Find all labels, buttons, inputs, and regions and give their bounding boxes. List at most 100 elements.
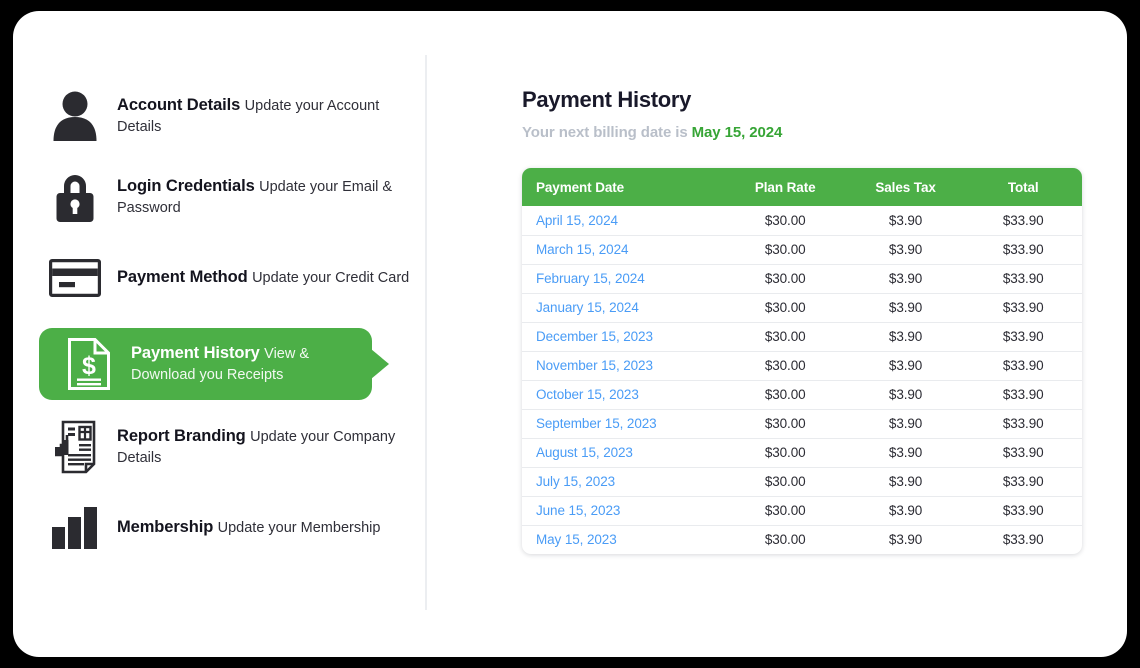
table-row: February 15, 2024 $30.00 $3.90 $33.90 <box>522 263 1082 293</box>
sidebar-item-title: Login Credentials <box>117 176 255 195</box>
plan-rate-cell: $30.00 <box>723 466 847 496</box>
sidebar-item-text: Login Credentials Update your Email & Pa… <box>117 175 426 219</box>
sidebar-item-text: Report Branding Update your Company Deta… <box>117 425 426 469</box>
content-area: Account Details Update your Account Deta… <box>13 11 1127 657</box>
total-cell: $33.90 <box>964 437 1082 467</box>
plan-rate-cell: $30.00 <box>723 408 847 438</box>
receipt-date-link[interactable]: February 15, 2024 <box>522 263 724 293</box>
page-title: Payment History <box>522 87 692 112</box>
sidebar-item-title: Account Details <box>117 95 241 114</box>
sidebar-item-subtitle: Update your Credit Card <box>252 270 410 287</box>
sidebar-item-membership[interactable]: Membership Update your Membership <box>13 497 426 559</box>
total-cell: $33.90 <box>964 263 1082 293</box>
svg-text:$: $ <box>82 352 96 380</box>
receipt-date-link[interactable]: July 15, 2023 <box>522 466 724 496</box>
table-row: August 15, 2023 $30.00 $3.90 $33.90 <box>522 437 1082 467</box>
sidebar-item-login-credentials[interactable]: Login Credentials Update your Email & Pa… <box>13 166 426 228</box>
table-row: July 15, 2023 $30.00 $3.90 $33.90 <box>522 466 1082 496</box>
plan-rate-cell: $30.00 <box>723 292 847 322</box>
sales-tax-cell: $3.90 <box>846 408 965 438</box>
table-row: January 15, 2024 $30.00 $3.90 $33.90 <box>522 292 1082 322</box>
sales-tax-cell: $3.90 <box>846 437 965 467</box>
column-header-sales-tax[interactable]: Sales Tax <box>846 168 965 206</box>
receipt-date-link[interactable]: October 15, 2023 <box>522 379 724 409</box>
receipt-date-link[interactable]: August 15, 2023 <box>522 437 724 467</box>
plan-rate-cell: $30.00 <box>723 350 847 380</box>
sales-tax-cell: $3.90 <box>846 321 965 351</box>
account-settings-card: Account Details Update your Account Deta… <box>13 11 1127 657</box>
receipt-date-link[interactable]: May 15, 2023 <box>522 524 724 554</box>
payment-history-table: Payment Date Plan Rate Sales Tax Total A… <box>522 168 1082 554</box>
sidebar-item-text: Payment History View & Download you Rece… <box>131 342 372 386</box>
plan-rate-cell: $30.00 <box>723 437 847 467</box>
plan-rate-cell: $30.00 <box>723 321 847 351</box>
sidebar-item-text: Payment Method Update your Credit Card <box>117 266 409 289</box>
credit-card-icon <box>47 250 103 306</box>
total-cell: $33.90 <box>964 495 1082 525</box>
lock-icon <box>47 169 103 225</box>
next-billing-date: Your next billing date is May 15, 2024 <box>522 124 1127 141</box>
column-header-total[interactable]: Total <box>964 168 1082 206</box>
receipt-date-link[interactable]: November 15, 2023 <box>522 350 724 380</box>
total-cell: $33.90 <box>964 524 1082 554</box>
sales-tax-cell: $3.90 <box>846 495 965 525</box>
table-row: April 15, 2024 $30.00 $3.90 $33.90 <box>522 206 1082 235</box>
sidebar-item-payment-history[interactable]: $ Payment History View & Download you Re… <box>39 328 372 400</box>
sidebar-item-title: Membership <box>117 518 214 537</box>
table-row: September 15, 2023 $30.00 $3.90 $33.90 <box>522 408 1082 438</box>
sidebar-item-title: Payment Method <box>117 268 248 287</box>
table-row: November 15, 2023 $30.00 $3.90 $33.90 <box>522 350 1082 380</box>
table-row: May 15, 2023 $30.00 $3.90 $33.90 <box>522 524 1082 554</box>
plan-rate-cell: $30.00 <box>723 234 847 264</box>
table-body: April 15, 2024 $30.00 $3.90 $33.90 March … <box>522 206 1082 554</box>
receipt-date-link[interactable]: September 15, 2023 <box>522 408 724 438</box>
total-cell: $33.90 <box>964 466 1082 496</box>
plan-rate-cell: $30.00 <box>723 379 847 409</box>
bar-chart-icon <box>47 500 103 556</box>
receipt-date-link[interactable]: January 15, 2024 <box>522 292 724 322</box>
total-cell: $33.90 <box>964 234 1082 264</box>
plan-rate-cell: $30.00 <box>723 263 847 293</box>
invoice-dollar-icon: $ <box>61 336 117 392</box>
sidebar-item-title: Payment History <box>131 343 260 362</box>
sales-tax-cell: $3.90 <box>846 234 965 264</box>
settings-sidebar: Account Details Update your Account Deta… <box>13 11 426 657</box>
plan-rate-cell: $30.00 <box>723 495 847 525</box>
next-billing-label: Your next billing date is <box>522 124 688 141</box>
sales-tax-cell: $3.90 <box>846 263 965 293</box>
receipt-date-link[interactable]: December 15, 2023 <box>522 321 724 351</box>
payment-history-panel: Payment History Your next billing date i… <box>426 11 1127 657</box>
total-cell: $33.90 <box>964 379 1082 409</box>
sidebar-item-report-branding[interactable]: Report Branding Update your Company Deta… <box>13 416 426 478</box>
table-row: December 15, 2023 $30.00 $3.90 $33.90 <box>522 321 1082 351</box>
sales-tax-cell: $3.90 <box>846 350 965 380</box>
sidebar-item-subtitle: Update your Membership <box>217 520 381 537</box>
user-icon <box>47 88 103 144</box>
table-row: October 15, 2023 $30.00 $3.90 $33.90 <box>522 379 1082 409</box>
receipt-date-link[interactable]: April 15, 2024 <box>522 206 724 235</box>
table-row: March 15, 2024 $30.00 $3.90 $33.90 <box>522 234 1082 264</box>
payment-history-table-container: Payment Date Plan Rate Sales Tax Total A… <box>522 168 1082 554</box>
next-billing-value: May 15, 2024 <box>691 124 783 141</box>
sales-tax-cell: $3.90 <box>846 292 965 322</box>
column-header-plan-rate[interactable]: Plan Rate <box>723 168 847 206</box>
sales-tax-cell: $3.90 <box>846 466 965 496</box>
sidebar-item-text: Membership Update your Membership <box>117 516 380 539</box>
table-head: Payment Date Plan Rate Sales Tax Total <box>522 168 1082 206</box>
plan-rate-cell: $30.00 <box>764 212 806 228</box>
sidebar-item-payment-method[interactable]: Payment Method Update your Credit Card <box>13 247 426 309</box>
total-cell: $33.90 <box>964 321 1082 351</box>
sidebar-item-title: Report Branding <box>117 426 246 445</box>
total-cell: $33.90 <box>1002 212 1044 228</box>
sidebar-item-text: Account Details Update your Account Deta… <box>117 94 426 138</box>
sales-tax-cell: $3.90 <box>888 212 923 228</box>
receipt-date-link[interactable]: June 15, 2023 <box>522 495 724 525</box>
plan-rate-cell: $30.00 <box>723 524 847 554</box>
receipt-date-link[interactable]: March 15, 2024 <box>522 234 724 264</box>
table-row: June 15, 2023 $30.00 $3.90 $33.90 <box>522 495 1082 525</box>
sidebar-item-account-details[interactable]: Account Details Update your Account Deta… <box>13 85 426 147</box>
sales-tax-cell: $3.90 <box>846 379 965 409</box>
total-cell: $33.90 <box>964 292 1082 322</box>
column-header-payment-date[interactable]: Payment Date <box>522 168 724 206</box>
total-cell: $33.90 <box>964 408 1082 438</box>
